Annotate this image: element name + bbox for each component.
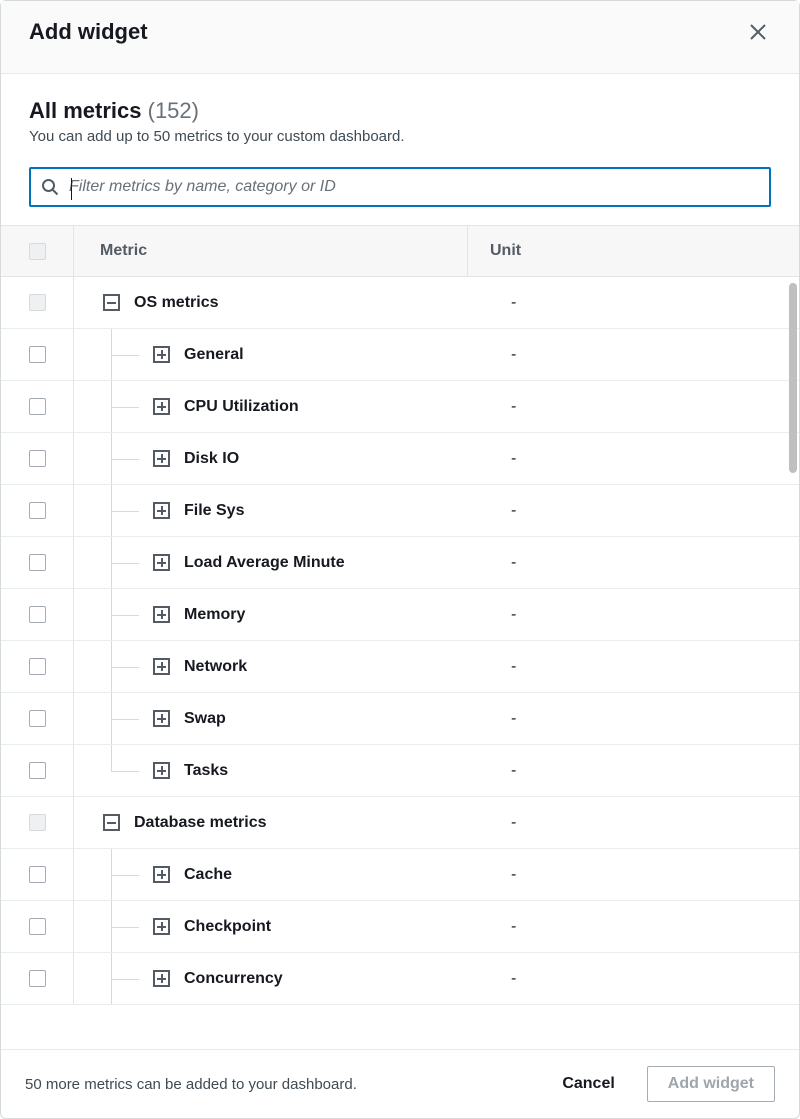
- all-metrics-count: (152): [148, 98, 199, 123]
- header-checkbox-cell: [1, 226, 73, 276]
- all-metrics-heading: All metrics (152): [29, 98, 771, 124]
- metric-label: General: [170, 346, 489, 364]
- table-row[interactable]: File Sys -: [1, 485, 799, 537]
- unit-value: -: [489, 762, 799, 780]
- unit-value: -: [489, 658, 799, 676]
- expand-icon[interactable]: [153, 658, 170, 675]
- collapse-icon[interactable]: [103, 814, 120, 831]
- metrics-subtitle: You can add up to 50 metrics to your cus…: [29, 128, 771, 145]
- group-label: Database metrics: [120, 814, 489, 832]
- metric-label: Checkpoint: [170, 918, 489, 936]
- table-row[interactable]: Concurrency -: [1, 953, 799, 1005]
- unit-value: -: [489, 970, 799, 988]
- row-checkbox[interactable]: [29, 398, 46, 415]
- expand-icon[interactable]: [153, 346, 170, 363]
- column-metric[interactable]: Metric: [73, 226, 467, 276]
- expand-icon[interactable]: [153, 970, 170, 987]
- metric-label: Concurrency: [170, 970, 489, 988]
- unit-value: -: [489, 866, 799, 884]
- close-icon: [749, 23, 767, 41]
- unit-value: -: [489, 554, 799, 572]
- close-button[interactable]: [745, 19, 771, 45]
- search-input[interactable]: [59, 178, 759, 196]
- row-checkbox[interactable]: [29, 658, 46, 675]
- row-checkbox[interactable]: [29, 502, 46, 519]
- expand-icon[interactable]: [153, 554, 170, 571]
- search-icon: [41, 178, 59, 196]
- table-row[interactable]: Tasks -: [1, 745, 799, 797]
- row-checkbox[interactable]: [29, 606, 46, 623]
- search-field-wrap[interactable]: [29, 167, 771, 207]
- row-checkbox[interactable]: [29, 450, 46, 467]
- table-body[interactable]: OS metrics - General - CPU Utilization -…: [1, 277, 799, 1049]
- unit-value: -: [489, 398, 799, 416]
- modal-title: Add widget: [29, 19, 148, 45]
- table-row[interactable]: Cache -: [1, 849, 799, 901]
- table-row[interactable]: Checkpoint -: [1, 901, 799, 953]
- scrollbar-thumb[interactable]: [789, 283, 797, 473]
- metric-label: Swap: [170, 710, 489, 728]
- metric-label: Cache: [170, 866, 489, 884]
- unit-value: -: [489, 294, 799, 312]
- table-row[interactable]: Network -: [1, 641, 799, 693]
- table-row[interactable]: Load Average Minute -: [1, 537, 799, 589]
- unit-value: -: [489, 502, 799, 520]
- group-checkbox[interactable]: [29, 294, 46, 311]
- expand-icon[interactable]: [153, 710, 170, 727]
- metric-label: Load Average Minute: [170, 554, 489, 572]
- add-widget-button[interactable]: Add widget: [647, 1066, 775, 1102]
- modal-header: Add widget: [1, 1, 799, 74]
- expand-icon[interactable]: [153, 918, 170, 935]
- table-header: Metric Unit: [1, 225, 799, 277]
- row-checkbox[interactable]: [29, 762, 46, 779]
- unit-value: -: [489, 814, 799, 832]
- metric-label: Memory: [170, 606, 489, 624]
- metric-label: File Sys: [170, 502, 489, 520]
- row-checkbox[interactable]: [29, 554, 46, 571]
- column-unit[interactable]: Unit: [467, 226, 799, 276]
- metric-label: Tasks: [170, 762, 489, 780]
- expand-icon[interactable]: [153, 866, 170, 883]
- expand-icon[interactable]: [153, 762, 170, 779]
- content-top: All metrics (152) You can add up to 50 m…: [1, 74, 799, 225]
- group-row[interactable]: OS metrics -: [1, 277, 799, 329]
- table-row[interactable]: CPU Utilization -: [1, 381, 799, 433]
- expand-icon[interactable]: [153, 398, 170, 415]
- expand-icon[interactable]: [153, 606, 170, 623]
- unit-value: -: [489, 346, 799, 364]
- table-row[interactable]: General -: [1, 329, 799, 381]
- metric-label: CPU Utilization: [170, 398, 489, 416]
- metric-label: Network: [170, 658, 489, 676]
- unit-value: -: [489, 710, 799, 728]
- group-row[interactable]: Database metrics -: [1, 797, 799, 849]
- all-metrics-label: All metrics: [29, 98, 142, 123]
- table-row[interactable]: Memory -: [1, 589, 799, 641]
- group-checkbox[interactable]: [29, 814, 46, 831]
- unit-value: -: [489, 918, 799, 936]
- unit-value: -: [489, 606, 799, 624]
- cancel-button[interactable]: Cancel: [548, 1067, 628, 1101]
- row-checkbox[interactable]: [29, 710, 46, 727]
- group-label: OS metrics: [120, 294, 489, 312]
- add-widget-modal: Add widget All metrics (152) You can add…: [0, 0, 800, 1119]
- modal-footer: 50 more metrics can be added to your das…: [1, 1049, 799, 1118]
- select-all-checkbox[interactable]: [29, 243, 46, 260]
- footer-info-text: 50 more metrics can be added to your das…: [25, 1076, 530, 1093]
- table-row[interactable]: Disk IO -: [1, 433, 799, 485]
- expand-icon[interactable]: [153, 502, 170, 519]
- unit-value: -: [489, 450, 799, 468]
- table-row[interactable]: Swap -: [1, 693, 799, 745]
- metric-label: Disk IO: [170, 450, 489, 468]
- row-checkbox[interactable]: [29, 918, 46, 935]
- row-checkbox[interactable]: [29, 346, 46, 363]
- text-caret: [71, 178, 72, 200]
- row-checkbox[interactable]: [29, 970, 46, 987]
- row-checkbox[interactable]: [29, 866, 46, 883]
- expand-icon[interactable]: [153, 450, 170, 467]
- collapse-icon[interactable]: [103, 294, 120, 311]
